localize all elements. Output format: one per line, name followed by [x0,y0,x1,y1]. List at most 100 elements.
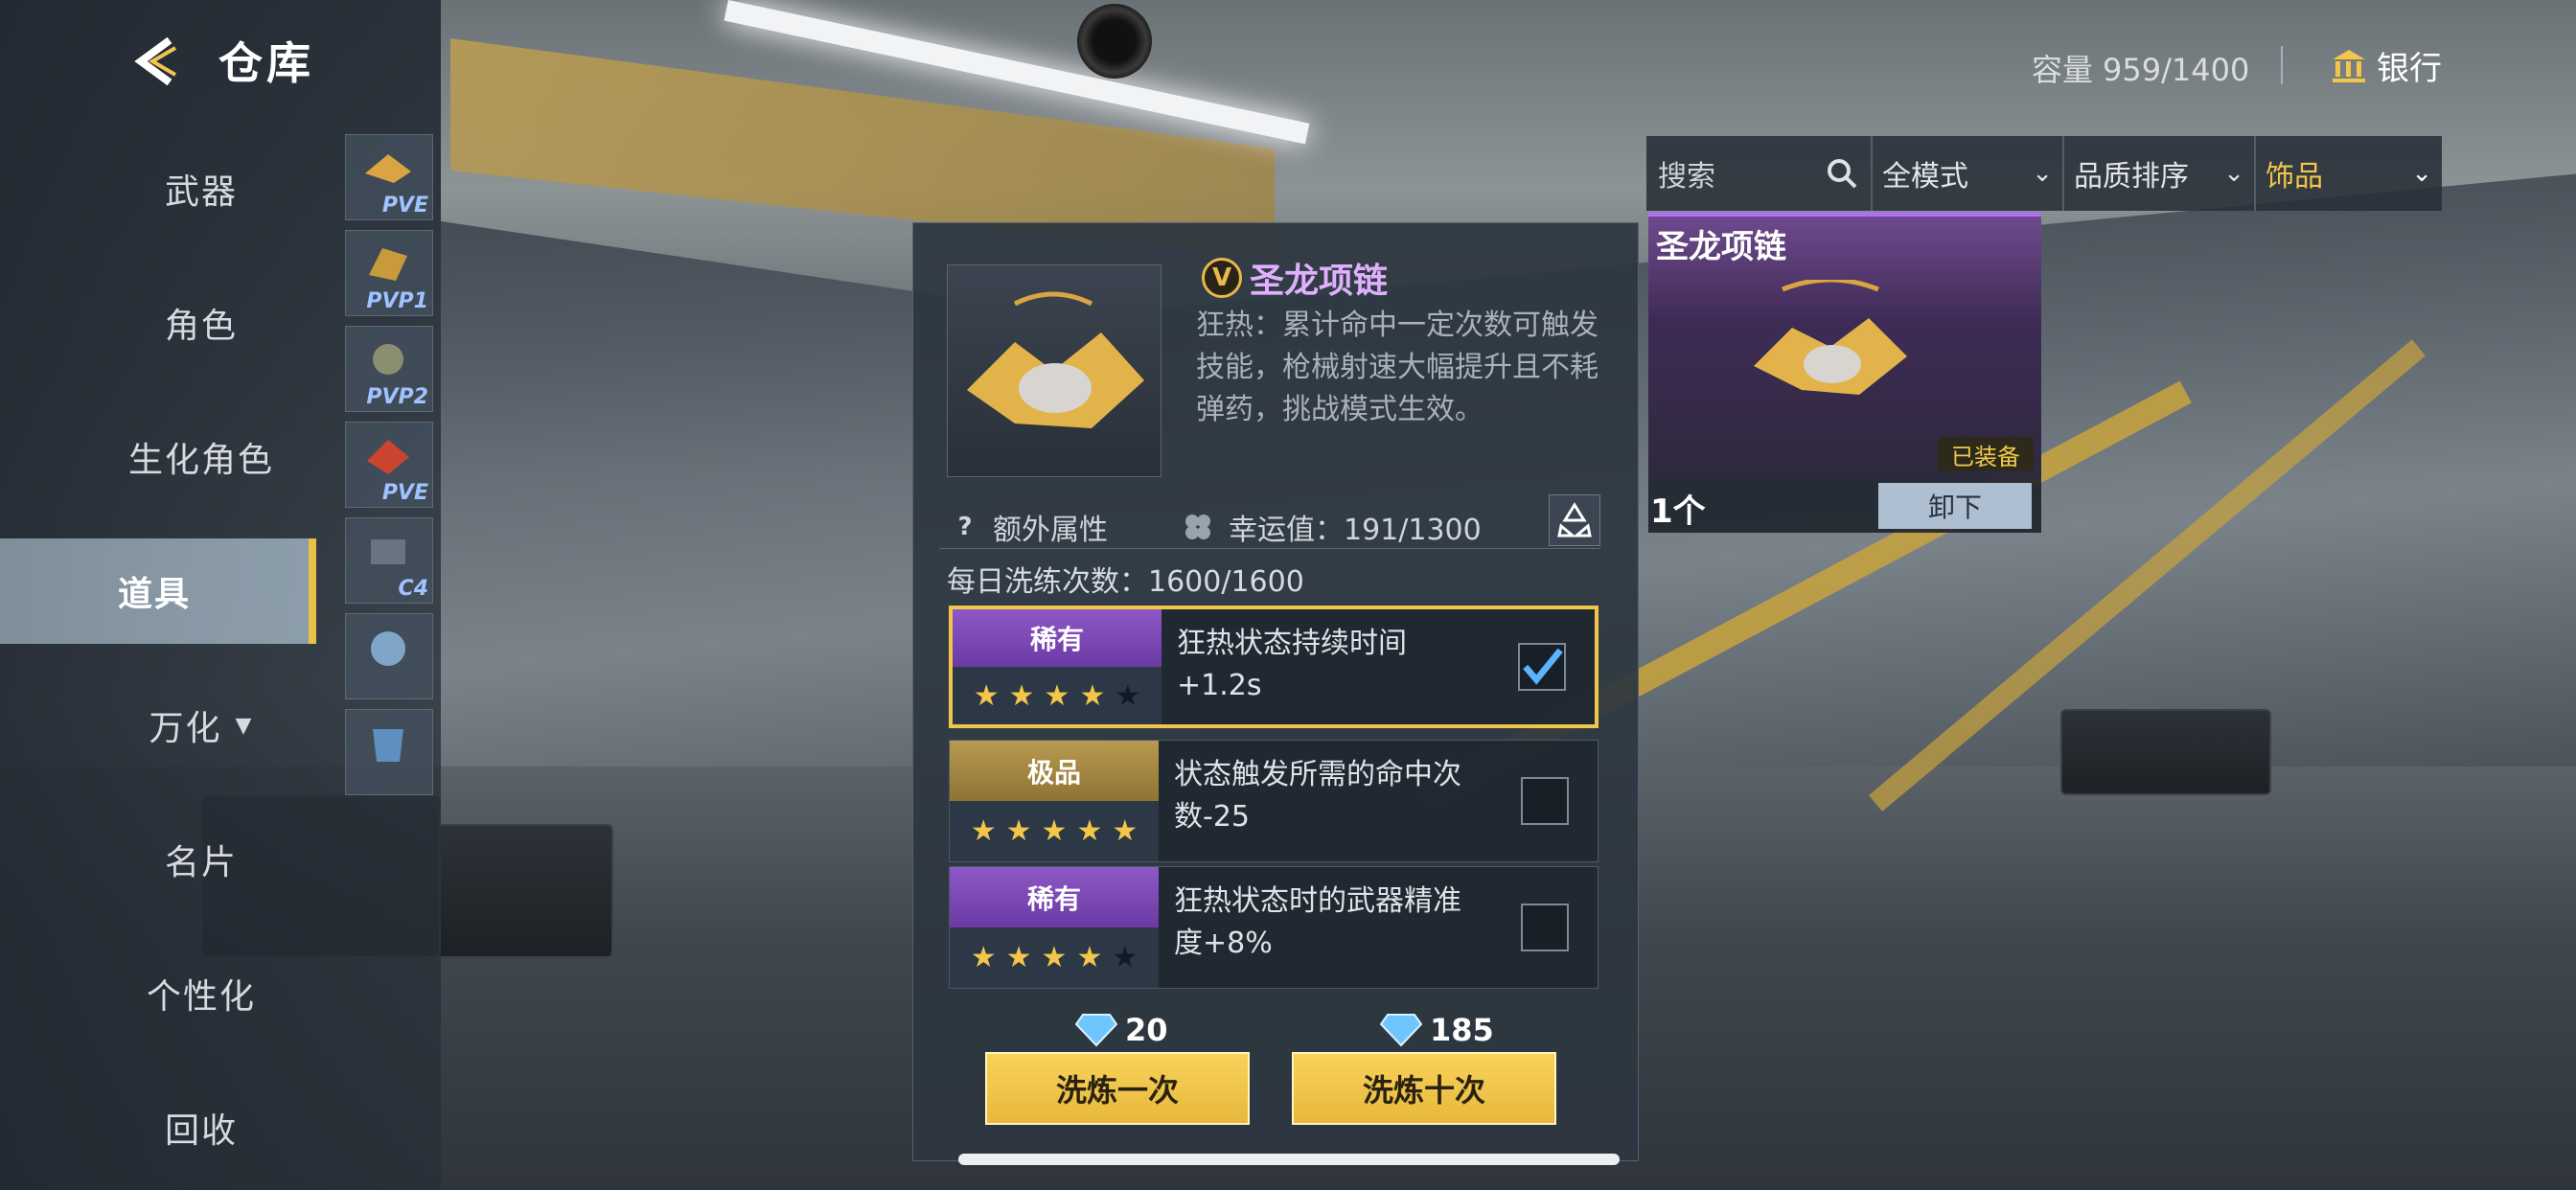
star-empty-icon: ★ [1112,941,1138,974]
subcategory-item[interactable]: PVP2 [345,326,433,412]
dragon-necklace-image [1754,280,1907,395]
subcategory-item[interactable]: C4 [345,517,433,604]
mode-dropdown[interactable]: 全模式 ⌄ [1873,136,2064,211]
armor-icon [373,729,403,762]
extra-attributes-label[interactable]: ? 额外属性 [951,506,1108,548]
star-icon: ★ [1112,814,1138,848]
search-icon [1828,159,1857,189]
subcategory-tag: C4 [398,577,428,601]
nav-item-recycle[interactable]: 回收 [0,1075,402,1180]
star-icon: ★ [1044,678,1070,713]
star-icon: ★ [1041,941,1068,974]
nav-item-characters[interactable]: 角色 [0,270,402,376]
star-icon: ★ [1005,814,1032,848]
cost-ten: 185 [1380,1012,1494,1048]
rarity-badge: 稀有 [953,609,1162,667]
nav-item-items[interactable]: 道具 [0,538,316,644]
nav-label: 生化角色 [127,441,274,480]
c4-icon [371,539,405,564]
star-rating: ★ ★ ★ ★ ★ [950,801,1159,861]
lock-checkbox[interactable] [1521,777,1569,825]
subcategory-item[interactable]: PVE [345,134,433,220]
equipped-badge: 已装备 [1938,437,2034,471]
red-charm-icon [367,440,409,474]
filter-bar: 搜索 全模式 ⌄ 品质排序 ⌄ 饰品 ⌄ [1646,136,2442,211]
lock-checkbox[interactable] [1521,904,1569,951]
luck-label: 幸运值：191/1300 [1229,514,1482,547]
attribute-row[interactable]: 稀有 ★ ★ ★ ★ ★ 狂热状态时的武器精准度+8% [949,866,1598,989]
nav-label: 万化 [149,709,222,748]
page-title: 仓库 [218,37,314,89]
extra-label: 额外属性 [993,514,1108,547]
nav-item-transform[interactable]: 万化 ▼ [0,673,402,778]
chevron-down-icon: ⌄ [2411,159,2432,188]
skull-charm-icon [373,344,403,375]
lock-checkbox[interactable] [1518,643,1566,691]
star-icon: ★ [1008,678,1035,713]
subcategory-tag: PVE [381,194,428,217]
question-icon: ? [957,513,973,541]
item-name: 圣龙项链 [1250,262,1389,301]
back-arrow-icon [134,36,177,86]
cost-value: 185 [1430,1012,1494,1048]
back-button[interactable] [126,33,184,90]
category-dropdown[interactable]: 饰品 ⌄ [2256,136,2442,211]
star-rating: ★ ★ ★ ★ ★ [950,927,1159,988]
attribute-row[interactable]: 极品 ★ ★ ★ ★ ★ 状态触发所需的命中次数-25 [949,740,1598,862]
nav-item-personalize[interactable]: 个性化 [0,941,402,1046]
dragon-charm-icon [365,154,411,183]
divider [939,548,1600,549]
nav-label: 角色 [164,307,238,346]
capacity-display: 容量 959/1400 [2032,46,2249,90]
subcategory-tag: PVE [381,481,428,505]
attribute-text: 狂热状态时的武器精准度+8% [1174,884,1461,960]
mode-value: 全模式 [1882,160,1968,194]
unequip-button[interactable]: 卸下 [1878,483,2032,529]
clover-icon [1185,515,1210,539]
recycle-button[interactable] [1549,494,1600,546]
item-description: 狂热：累计命中一定次数可触发技能，枪械射速大幅提升且不耗弹药，挑战模式生效。 [1196,309,1598,426]
helmet-icon [371,631,405,666]
recycle-icon [1557,502,1592,538]
chevron-down-icon: ⌄ [2223,159,2244,188]
category-value: 饰品 [2266,160,2323,194]
dropdown-arrow-icon: ▼ [235,713,254,738]
subcategory-item[interactable]: PVE [345,422,433,508]
subcategory-item[interactable]: PVP1 [345,230,433,316]
sort-value: 品质排序 [2074,160,2189,194]
background-crate [2060,709,2271,795]
nav-item-weapons[interactable]: 武器 [0,136,402,241]
cost-value: 20 [1125,1012,1168,1048]
luck-value: 幸运值：191/1300 [1181,506,1482,548]
subcategory-item[interactable] [345,709,433,795]
home-indicator[interactable] [958,1154,1620,1165]
capacity-label: 容量 [2032,52,2094,88]
bank-icon [2333,49,2365,82]
attribute-row[interactable]: 稀有 ★ ★ ★ ★ ★ 狂热状态持续时间+1.2s [949,606,1598,728]
item-title: V 圣龙项链 [1202,253,1388,303]
star-rating: ★ ★ ★ ★ ★ [953,667,1162,724]
front-camera [1077,4,1152,79]
star-icon: ★ [970,941,997,974]
chevron-down-icon: ⌄ [2032,159,2053,188]
nav-label: 个性化 [146,977,256,1017]
refine-ten-button[interactable]: 洗炼十次 [1292,1052,1556,1125]
nav-label: 名片 [164,843,238,882]
star-icon: ★ [1076,814,1103,848]
daily-refine-count: 每日洗练次数：1600/1600 [947,565,1304,599]
subcategory-item[interactable] [345,613,433,699]
nav-item-zombie-characters[interactable]: 生化角色 [0,404,402,510]
sort-dropdown[interactable]: 品质排序 ⌄ [2064,136,2256,211]
subcategory-tag: PVP2 [366,385,428,409]
refine-once-button[interactable]: 洗炼一次 [985,1052,1250,1125]
checkmark-icon [1523,648,1563,685]
cost-once: 20 [1075,1012,1168,1048]
capacity-value: 959/1400 [2103,52,2250,88]
bank-button[interactable]: 银行 [2331,42,2442,89]
nav-item-cards[interactable]: 名片 [0,807,402,912]
diamond-icon [1075,1014,1117,1047]
search-input[interactable]: 搜索 [1646,136,1873,211]
search-placeholder: 搜索 [1658,160,1715,194]
bank-label: 银行 [2377,50,2442,88]
star-icon: ★ [973,678,1000,713]
